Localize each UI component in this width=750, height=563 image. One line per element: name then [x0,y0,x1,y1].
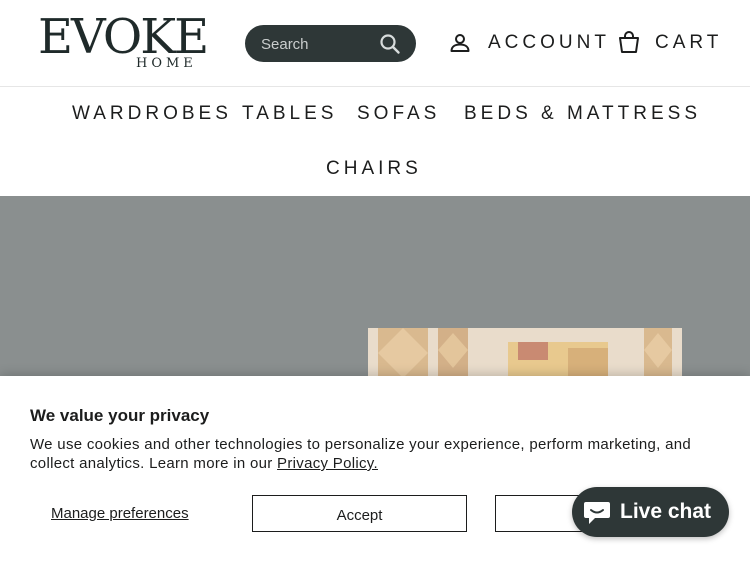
chat-bubble-icon [584,502,610,524]
nav-item-sofas[interactable]: SOFAS [357,103,440,125]
privacy-policy-link[interactable]: Privacy Policy. [277,455,378,472]
nav-item-beds-mattress[interactable]: BEDS & MATTRESS [464,103,701,125]
live-chat-label: Live chat [620,500,712,523]
cookie-title: We value your privacy [30,406,210,425]
brand-logo[interactable]: EVOKE HOME [38,11,209,73]
account-link[interactable]: ACCOUNT [448,30,610,56]
main-navigation: WARDROBES TABLES SOFAS BEDS & MATTRESS C… [0,87,750,196]
logo-subtitle: HOME [136,56,197,71]
manage-preferences-button[interactable]: Manage preferences [51,505,189,522]
nav-item-wardrobes[interactable]: WARDROBES [72,103,232,125]
search-input[interactable] [259,25,373,64]
site-header: EVOKE HOME ACCOUNT CART [0,0,750,87]
user-icon [450,34,470,52]
live-chat-button[interactable]: Live chat [572,487,729,537]
cart-link[interactable]: CART [617,30,722,56]
nav-item-chairs[interactable]: CHAIRS [326,158,422,180]
search-icon [380,34,400,54]
search-button[interactable] [379,33,401,55]
nav-item-tables[interactable]: TABLES [242,103,337,125]
cart-label: CART [655,32,723,53]
accept-button[interactable]: Accept [252,495,467,532]
account-label: ACCOUNT [488,32,610,53]
search-bar [245,25,416,64]
shopping-bag-icon [619,31,639,53]
cookie-description: We use cookies and other technologies to… [30,435,720,473]
